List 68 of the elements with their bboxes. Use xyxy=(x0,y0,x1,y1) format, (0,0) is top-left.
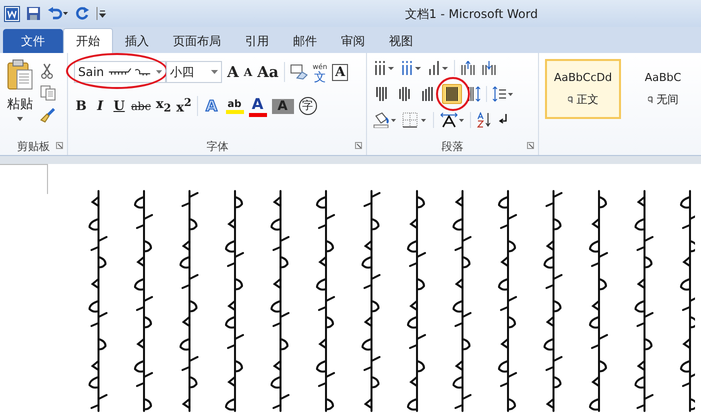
distributed-icon[interactable] xyxy=(467,86,482,102)
font-effect-button[interactable]: 字 xyxy=(298,97,316,115)
circle-annotation xyxy=(436,77,470,111)
group-label: 字体 xyxy=(206,138,228,154)
dialog-launcher-icon[interactable] xyxy=(527,142,534,149)
font-name-field[interactable]: Sain xyxy=(74,61,166,83)
paste-button[interactable]: 粘贴 xyxy=(6,59,34,137)
ribbon-tab[interactable]: 视图 xyxy=(377,29,425,53)
paragraph-mark-icon xyxy=(568,96,574,104)
format-button[interactable]: B xyxy=(74,98,88,114)
sort-icon[interactable] xyxy=(476,112,492,128)
format-button[interactable]: x$_{2}$ xyxy=(156,97,172,115)
character-border-button[interactable]: A xyxy=(332,64,348,80)
font-effect-button[interactable]: A xyxy=(272,98,294,114)
undo-icon[interactable] xyxy=(47,6,69,21)
caret-icon xyxy=(211,70,218,74)
mongolian-font-name-drawing xyxy=(108,67,152,77)
window-title: 文档1 - Microsoft Word xyxy=(405,6,538,23)
style-gallery-item[interactable]: AaBbCcDd 正文 xyxy=(545,59,621,119)
scissors-icon[interactable] xyxy=(40,63,54,79)
font-size-field[interactable]: 小四 xyxy=(166,61,222,83)
style-name: 正文 xyxy=(576,92,598,107)
format-button[interactable]: I xyxy=(93,98,108,114)
style-preview: AaBbC xyxy=(644,71,682,84)
ribbon-tab[interactable]: 插入 xyxy=(113,29,161,53)
ribbon-tab[interactable]: 文件 xyxy=(3,29,63,53)
paragraph-mark-icon xyxy=(648,96,654,104)
dialog-launcher-icon[interactable] xyxy=(355,142,362,149)
group-label: 剪贴板 xyxy=(17,138,50,154)
bullets-icon[interactable] xyxy=(373,61,396,75)
dialog-launcher-icon[interactable] xyxy=(56,142,64,149)
font-button[interactable]: Aa xyxy=(257,63,279,81)
margin-corner-mark xyxy=(0,164,48,194)
clipboard-icon xyxy=(6,59,34,91)
text-alignment-button[interactable] xyxy=(442,84,462,104)
ribbon-tab[interactable]: 审阅 xyxy=(329,29,377,53)
increase-indent-icon[interactable] xyxy=(481,61,498,75)
redo-icon[interactable] xyxy=(75,6,90,21)
word-logo-icon[interactable] xyxy=(4,6,20,22)
eraser-icon[interactable] xyxy=(290,64,308,80)
customize-menu-icon[interactable] xyxy=(96,6,106,21)
style-name: 无间 xyxy=(656,92,678,107)
caret-icon xyxy=(17,117,23,121)
font-effect-button[interactable]: A xyxy=(248,95,266,117)
shading-icon[interactable] xyxy=(373,112,398,128)
format-button[interactable]: abc xyxy=(131,100,151,112)
decrease-indent-icon[interactable] xyxy=(460,61,476,75)
multilevel-list-icon[interactable] xyxy=(427,61,450,75)
format-button[interactable]: U xyxy=(112,98,126,114)
group-label: 段落 xyxy=(442,138,464,154)
copy-icon[interactable] xyxy=(40,85,56,101)
ribbon-tab[interactable]: 邮件 xyxy=(281,29,329,53)
font-button[interactable]: A xyxy=(227,63,239,81)
caret-icon xyxy=(156,70,162,74)
save-icon[interactable] xyxy=(26,6,41,21)
numbering-icon[interactable] xyxy=(400,61,422,75)
ribbon-tab[interactable]: 页面布局 xyxy=(161,29,233,53)
borders-icon[interactable] xyxy=(402,112,428,128)
character-spacing-icon[interactable] xyxy=(439,112,466,128)
ribbon-tab[interactable]: 开始 xyxy=(63,28,113,53)
format-button[interactable]: x$^{2}$ xyxy=(176,96,192,116)
font-effect-button[interactable]: ab xyxy=(226,98,244,114)
style-gallery-item[interactable]: AaBbC 无间 xyxy=(625,59,701,119)
font-button[interactable]: A xyxy=(244,66,252,78)
format-painter-icon[interactable] xyxy=(40,107,56,123)
line-spacing-icon[interactable] xyxy=(492,86,514,102)
ribbon-tab[interactable]: 引用 xyxy=(233,29,281,53)
style-preview: AaBbCcDd xyxy=(554,71,612,84)
